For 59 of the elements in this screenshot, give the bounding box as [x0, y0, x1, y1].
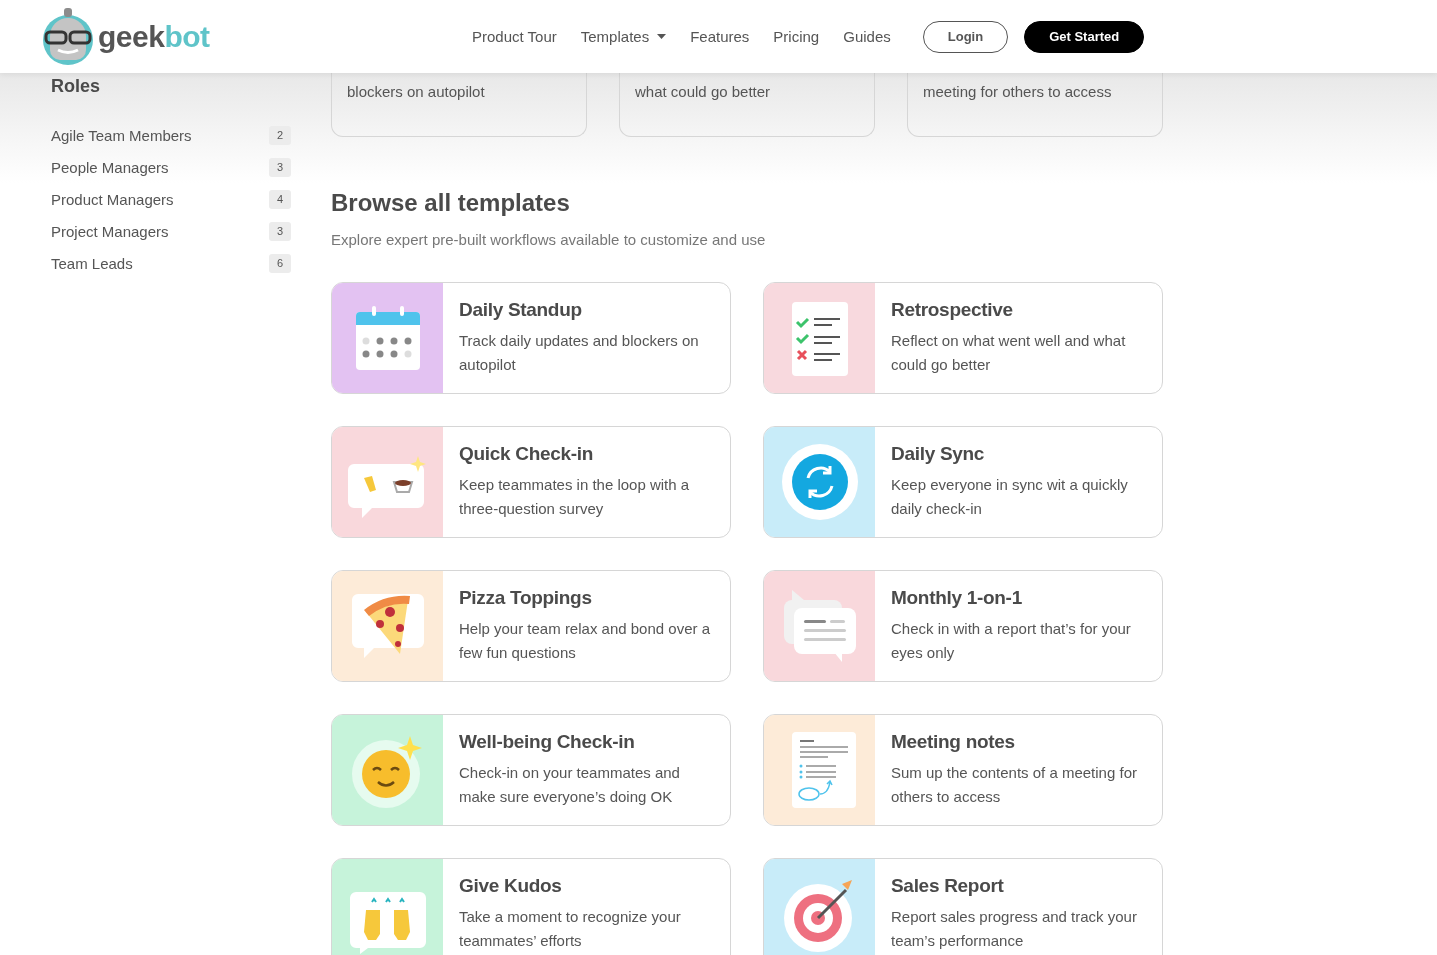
- card-title: Monthly 1-on-1: [891, 587, 1022, 609]
- nav-link[interactable]: Pricing: [773, 28, 820, 45]
- role-link[interactable]: Team Leads: [51, 254, 133, 272]
- login-button[interactable]: Login: [922, 20, 1009, 53]
- card-description: Keep teammates in the loop with a three-question survey: [459, 475, 691, 519]
- card-description: Help your team relax and bond over a few fun questions: [459, 619, 711, 663]
- count-badge: 3: [269, 221, 291, 241]
- robot-logo-icon: [42, 7, 94, 66]
- template-card[interactable]: Sales Report Report sales progress and track your team’s performance: [763, 858, 1163, 955]
- card-title: Sales Report: [891, 875, 1004, 897]
- nav-link[interactable]: Features: [690, 28, 750, 45]
- template-card[interactable]: Quick Check-in Keep teammates in the loop with a three-question survey: [331, 426, 731, 538]
- card-description: Take a moment to recognize your teammates’ efforts: [459, 907, 682, 951]
- count-badge: 2: [269, 125, 291, 145]
- logo-wordmark[interactable]: geekbot: [98, 19, 210, 54]
- section-subtitle: Explore expert pre-built workflows available to customize and use: [331, 231, 767, 248]
- template-card[interactable]: Monthly 1-on-1 Check in with a report that’s for your eyes only: [763, 570, 1163, 682]
- nav-link[interactable]: Templates: [580, 28, 667, 45]
- template-card[interactable]: Give Kudos Take a moment to recognize your teammates’ efforts: [331, 858, 731, 955]
- card-description: meeting for others to access: [923, 83, 1112, 100]
- card-title: Pizza Toppings: [459, 587, 592, 609]
- card-title: Give Kudos: [459, 875, 562, 897]
- featured-template-card[interactable]: blockers on autopilot: [331, 73, 587, 137]
- card-description: Reflect on what went well and what could go better: [891, 331, 1127, 375]
- role-link[interactable]: Agile Team Members: [51, 126, 192, 144]
- card-title: Well-being Check-in: [459, 731, 635, 753]
- sidebar-heading: Roles: [51, 76, 102, 97]
- card-title: Daily Standup: [459, 299, 582, 321]
- count-badge: 6: [269, 253, 291, 273]
- card-description: Check in with a report that’s for your eyes only: [891, 619, 1132, 663]
- role-link[interactable]: People Managers: [51, 158, 169, 176]
- featured-template-card[interactable]: what could go better: [619, 73, 875, 137]
- card-title: Quick Check-in: [459, 443, 594, 465]
- nav-link[interactable]: Product Tour: [472, 28, 557, 45]
- template-card[interactable]: Daily Standup Track daily updates and blockers on autopilot: [331, 282, 731, 394]
- card-title: Retrospective: [891, 299, 1013, 321]
- template-card[interactable]: Meeting notes Sum up the contents of a meeting for others to access: [763, 714, 1163, 826]
- template-card[interactable]: Well-being Check-in Check-in on your teammates and make sure everyone’s doing OK: [331, 714, 731, 826]
- card-title: Daily Sync: [891, 443, 985, 465]
- section-heading: Browse all templates: [331, 189, 571, 217]
- count-badge: 3: [269, 157, 291, 177]
- template-card[interactable]: Pizza Toppings Help your team relax and bond over a few fun questions: [331, 570, 731, 682]
- card-title: Meeting notes: [891, 731, 1015, 753]
- role-link[interactable]: Product Managers: [51, 190, 174, 208]
- sync-icon: [779, 442, 860, 522]
- card-description: blockers on autopilot: [347, 83, 485, 100]
- card-description: Check-in on your teammates and make sure everyone’s doing OK: [459, 763, 681, 807]
- template-card[interactable]: Daily Sync Keep everyone in sync wit a quickly daily check-in: [763, 426, 1163, 538]
- card-description: Report sales progress and track your team’s performance: [891, 907, 1138, 951]
- count-badge: 4: [269, 189, 291, 209]
- card-description: Sum up the contents of a meeting for others to access: [891, 763, 1138, 807]
- nav-link[interactable]: Guides: [843, 28, 891, 45]
- role-link[interactable]: Project Managers: [51, 222, 169, 240]
- get-started-button[interactable]: Get Started: [1024, 20, 1145, 53]
- featured-template-card[interactable]: meeting for others to access: [907, 73, 1163, 137]
- card-description: what could go better: [635, 83, 771, 100]
- card-description: Keep everyone in sync wit a quickly daily check-in: [891, 475, 1129, 519]
- template-card[interactable]: Retrospective Reflect on what went well and what could go better: [763, 282, 1163, 394]
- card-description: Track daily updates and blockers on autopilot: [459, 331, 700, 375]
